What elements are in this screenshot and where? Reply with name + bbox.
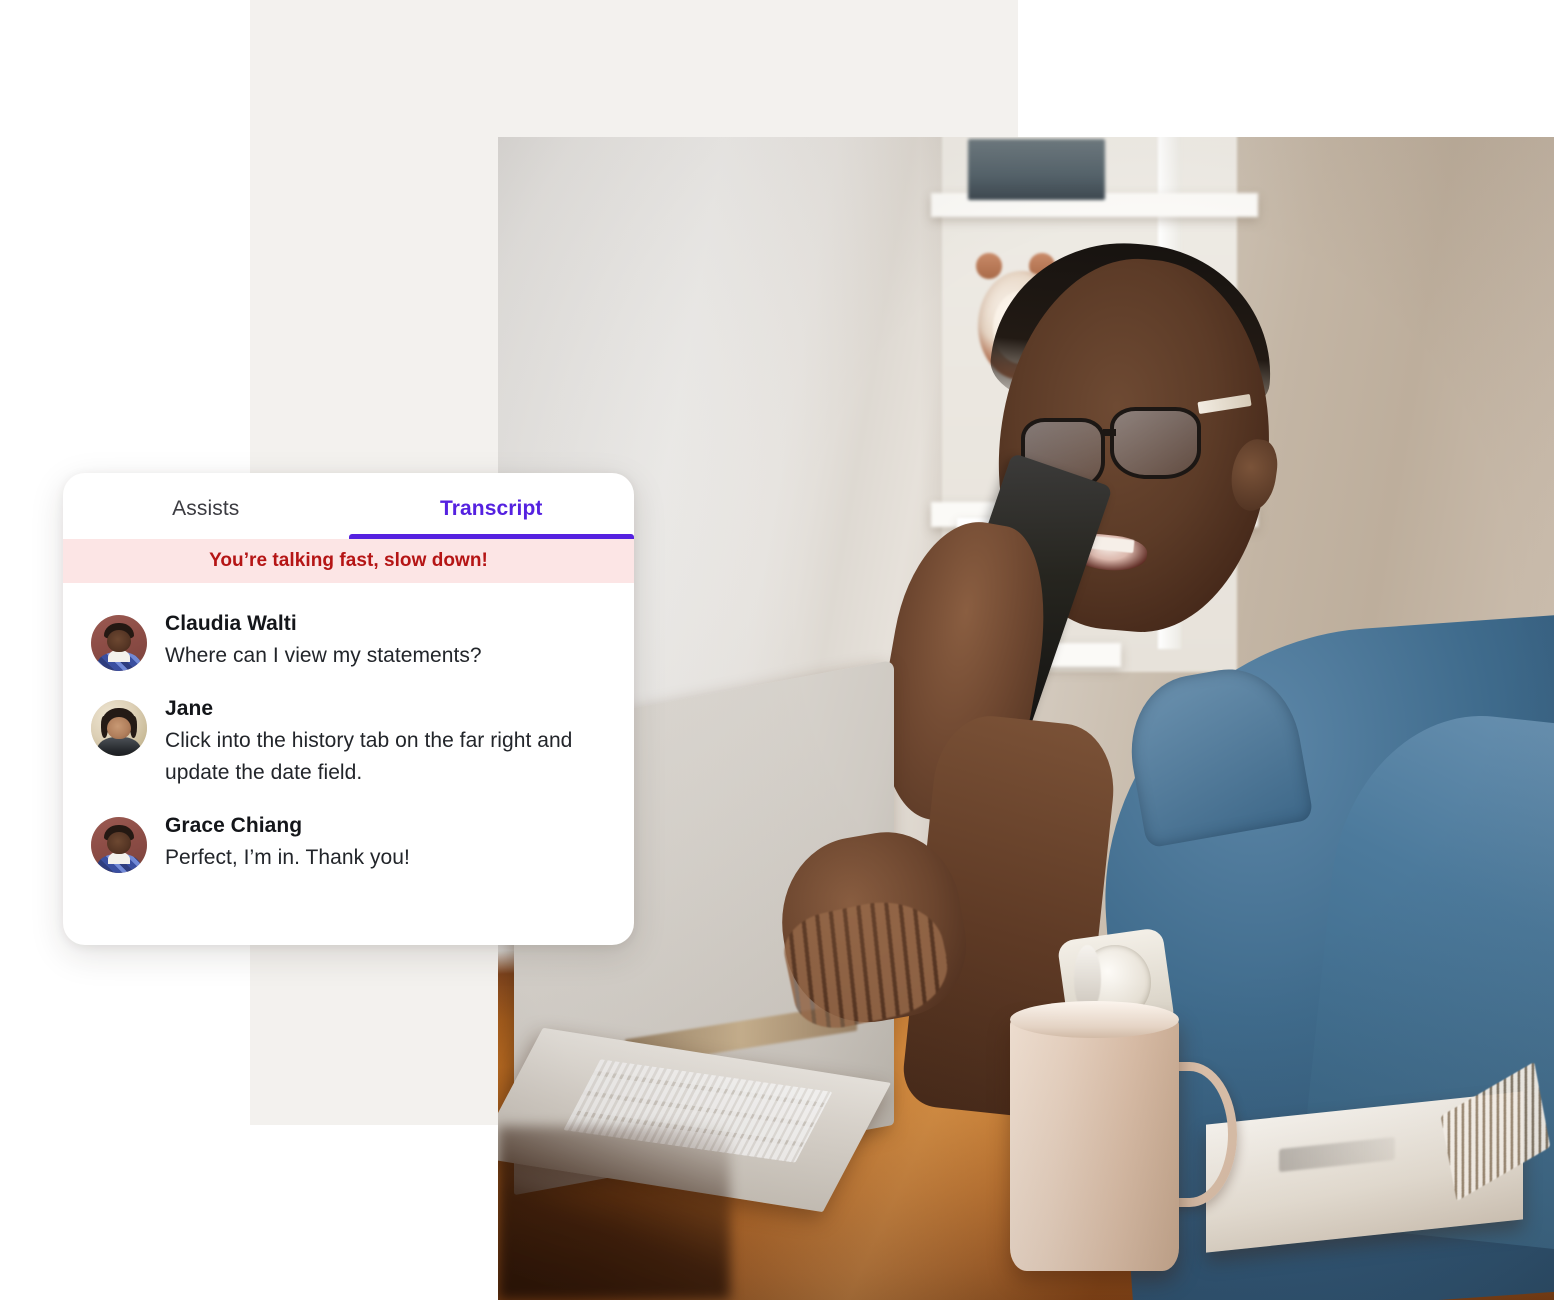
speaker-name: Jane [165, 697, 214, 721]
photo-mug-rim [1010, 1001, 1180, 1039]
photo-clock-bell-left [976, 253, 1002, 279]
photo-desk-edge-shadow [498, 1125, 731, 1300]
transcript-message-list: Claudia Walti Where can I view my statem… [63, 583, 634, 874]
speech-pace-alert: You’re talking fast, slow down! [63, 539, 634, 583]
transcript-card: Assists Transcript You’re talking fast, … [63, 473, 634, 945]
transcript-message-body: Grace Chiang Perfect, I’m in. Thank you! [165, 813, 604, 874]
avatar-face [106, 831, 132, 855]
message-text: Click into the history tab on the far ri… [165, 729, 573, 785]
photo-coffee-mug [1010, 1015, 1180, 1271]
message-text: Perfect, I’m in. Thank you! [165, 846, 410, 870]
avatar-face [106, 629, 132, 652]
photo-glasses-bridge [1103, 428, 1116, 436]
transcript-message: Grace Chiang Perfect, I’m in. Thank you! [91, 813, 604, 874]
photo-books [967, 139, 1106, 200]
tab-assists-label: Assists [172, 497, 240, 520]
message-text: Where can I view my statements? [165, 644, 482, 668]
transcript-message-body: Claudia Walti Where can I view my statem… [165, 611, 604, 672]
speaker-name: Grace Chiang [165, 814, 303, 838]
avatar-torso [96, 737, 142, 757]
avatar-grace-chiang [91, 817, 147, 874]
hero-photo [498, 137, 1554, 1300]
avatar-face [106, 716, 132, 740]
speech-pace-alert-text: You’re talking fast, slow down! [209, 550, 488, 571]
transcript-message-body: Jane Click into the history tab on the f… [165, 696, 604, 789]
tab-assists[interactable]: Assists [63, 473, 349, 539]
transcript-message: Jane Click into the history tab on the f… [91, 696, 604, 789]
avatar-jane [91, 700, 147, 757]
tab-transcript-label: Transcript [439, 497, 543, 520]
speaker-name: Claudia Walti [165, 612, 297, 635]
tab-transcript[interactable]: Transcript [349, 473, 635, 539]
avatar-claudia-walti [91, 615, 147, 671]
transcript-message: Claudia Walti Where can I view my statem… [91, 611, 604, 672]
active-tab-underline [348, 534, 634, 539]
tab-bar: Assists Transcript [63, 473, 634, 539]
photo-glasses-right-lens [1110, 406, 1202, 479]
page-root: Assists Transcript You’re talking fast, … [0, 0, 1554, 1300]
